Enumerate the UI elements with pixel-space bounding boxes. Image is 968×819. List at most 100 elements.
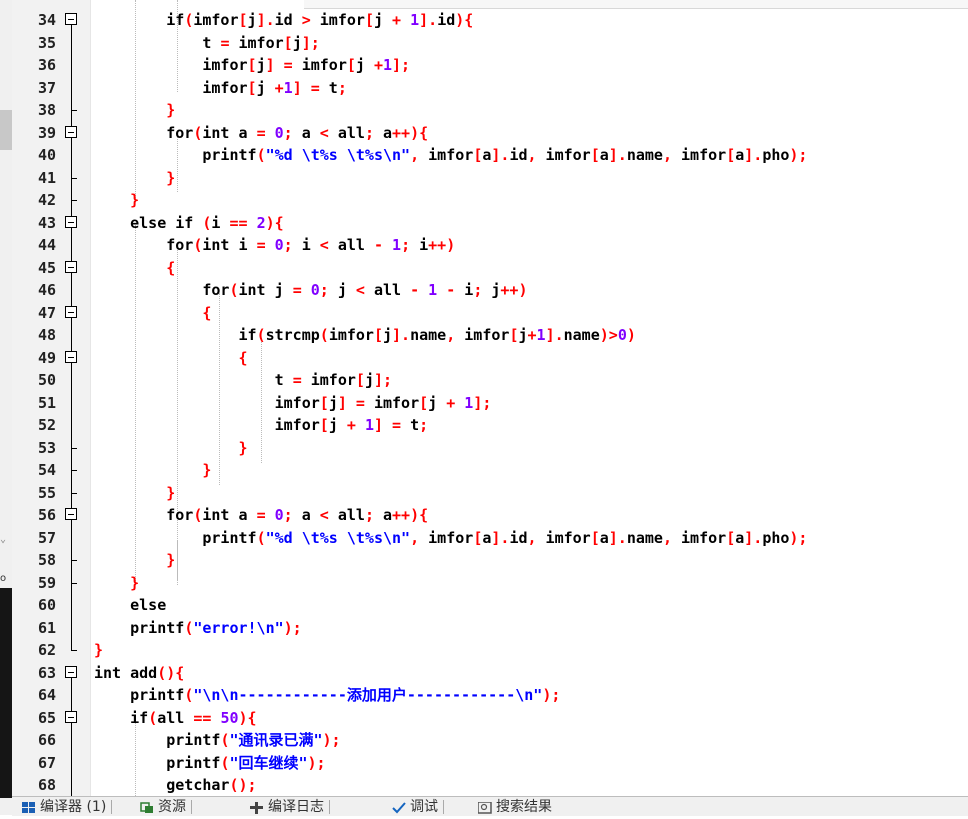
resource-icon (140, 801, 154, 813)
line-number: 55 (37, 483, 56, 502)
code-text: getchar(); (94, 776, 257, 794)
code-line[interactable]: 54 } (12, 459, 968, 482)
code-line[interactable]: 53 } (12, 436, 968, 459)
code-text: printf("error!\n"); (94, 618, 302, 637)
fold-line-icon (62, 234, 84, 257)
code-line[interactable]: 48 if(strcmp(imfor[j].name, imfor[j+1].n… (12, 324, 968, 347)
code-line[interactable]: 59 } (12, 571, 968, 594)
code-line[interactable]: 61 printf("error!\n"); (12, 616, 968, 639)
code-line[interactable]: 60 else (12, 594, 968, 617)
code-text: imfor[j] = imfor[j +1]; (94, 56, 411, 74)
tab-resources-label: 资源 (158, 799, 186, 815)
code-text: int add(){ (94, 663, 185, 682)
code-line[interactable]: 65 if(all == 50){ (12, 706, 968, 729)
fold-end-icon (62, 166, 84, 189)
code-line[interactable]: 58 } (12, 549, 968, 572)
line-number: 51 (37, 393, 56, 412)
code-line[interactable]: 45 { (12, 256, 968, 279)
line-number: 47 (37, 303, 56, 322)
tab-compile-log[interactable]: 编译日志 (250, 798, 330, 816)
code-line[interactable]: 40 printf("%d \t%s \t%s\n", imfor[a].id,… (12, 144, 968, 167)
side-panel-dark-area (0, 588, 12, 798)
side-scroll-block[interactable] (0, 110, 12, 150)
code-line[interactable]: 66 printf("通讯录已满"); (12, 729, 968, 752)
fold-line-icon (62, 616, 84, 639)
code-line[interactable]: 44 for(int i = 0; i < all - 1; i++) (12, 234, 968, 257)
code-line[interactable]: 42 } (12, 189, 968, 212)
fold-collapse-icon[interactable] (62, 504, 84, 527)
tab-resources[interactable]: 资源 (140, 798, 192, 816)
code-text: } (238, 438, 248, 457)
fold-collapse-icon[interactable] (62, 9, 84, 32)
code-line[interactable]: 62 } (12, 639, 968, 662)
line-number: 40 (37, 146, 56, 164)
fold-line-icon (62, 751, 84, 774)
line-number: 60 (37, 596, 56, 614)
line-number: 65 (37, 708, 56, 727)
code-line[interactable]: 52 imfor[j + 1] = t; (12, 414, 968, 437)
fold-collapse-icon[interactable] (62, 301, 84, 324)
code-line[interactable]: 38 } (12, 99, 968, 122)
code-text: for(int a = 0; a < all; a++){ (166, 123, 429, 142)
code-line[interactable]: 39 for(int a = 0; a < all; a++){ (12, 121, 968, 144)
code-line[interactable]: 55 } (12, 481, 968, 504)
fold-end-icon (62, 189, 84, 212)
code-text: else if (i == 2){ (130, 213, 284, 232)
code-text: imfor[j + 1] = t; (94, 416, 429, 434)
fold-line-icon (62, 414, 84, 437)
tab-search-results[interactable]: 搜索结果 (477, 798, 552, 816)
code-line[interactable]: 41 } (12, 166, 968, 189)
code-text: } (94, 641, 104, 659)
tab-debug-label: 调试 (410, 799, 438, 815)
line-number: 45 (37, 258, 56, 277)
code-line[interactable]: 57 printf("%d \t%s \t%s\n", imfor[a].id,… (12, 526, 968, 549)
line-number: 67 (37, 753, 56, 772)
editor-top-edge (304, 0, 968, 9)
line-number: 34 (37, 11, 56, 29)
fold-line-icon (62, 324, 84, 347)
fold-collapse-icon[interactable] (62, 662, 84, 685)
code-line[interactable]: 34 if(imfor[j].id > imfor[j + 1].id){ (12, 9, 968, 32)
chevron-down-icon[interactable]: ⌄ (0, 534, 6, 545)
code-line[interactable]: 43 else if (i == 2){ (12, 211, 968, 234)
fold-collapse-icon[interactable] (62, 121, 84, 144)
line-number: 46 (37, 281, 56, 299)
code-line[interactable]: 47 { (12, 301, 968, 324)
code-line[interactable]: 36 imfor[j] = imfor[j +1]; (12, 54, 968, 77)
line-number: 44 (37, 236, 56, 254)
code-text: } (166, 101, 176, 119)
line-number: 43 (37, 213, 56, 232)
code-line[interactable]: 46 for(int j = 0; j < all - 1 - i; j++) (12, 279, 968, 302)
code-line[interactable]: 67 printf("回车继续"); (12, 751, 968, 774)
tab-compile-log-label: 编译日志 (268, 799, 324, 815)
code-line[interactable]: 68 getchar(); (12, 774, 968, 796)
fold-collapse-icon[interactable] (62, 256, 84, 279)
tab-debug[interactable]: 调试 (392, 798, 444, 816)
side-panel-fragment-text: o (0, 573, 7, 584)
tab-compiler[interactable]: 编译器 (1) (22, 798, 113, 816)
code-line[interactable]: 64 printf("\n\n------------添加用户---------… (12, 684, 968, 707)
code-line[interactable]: 49 { (12, 346, 968, 369)
fold-end-icon (62, 481, 84, 504)
code-text: } (166, 483, 176, 502)
code-text: printf("%d \t%s \t%s\n", imfor[a].id, im… (94, 528, 808, 547)
fold-collapse-icon[interactable] (62, 346, 84, 369)
code-text: printf("回车继续"); (94, 753, 326, 772)
line-number: 56 (37, 506, 56, 524)
side-panel-strip: ⌄ o (0, 0, 12, 815)
fold-collapse-icon[interactable] (62, 211, 84, 234)
code-text: } (130, 191, 140, 209)
code-line[interactable]: 63 int add(){ (12, 662, 968, 685)
code-text: } (130, 573, 140, 592)
fold-collapse-icon[interactable] (62, 706, 84, 729)
code-line[interactable]: 50 t = imfor[j]; (12, 369, 968, 392)
code-line[interactable]: 35 t = imfor[j]; (12, 31, 968, 54)
code-line[interactable]: 51 imfor[j] = imfor[j + 1]; (12, 391, 968, 414)
code-line[interactable]: 56 for(int a = 0; a < all; a++){ (12, 504, 968, 527)
line-number: 59 (37, 573, 56, 592)
code-editor[interactable]: 34 if(imfor[j].id > imfor[j + 1].id){ 35… (12, 0, 968, 796)
code-line[interactable]: 37 imfor[j +1] = t; (12, 76, 968, 99)
tab-search-results-label: 搜索结果 (496, 799, 552, 815)
fold-line-icon (62, 729, 84, 752)
code-text: printf("%d \t%s \t%s\n", imfor[a].id, im… (94, 146, 808, 164)
